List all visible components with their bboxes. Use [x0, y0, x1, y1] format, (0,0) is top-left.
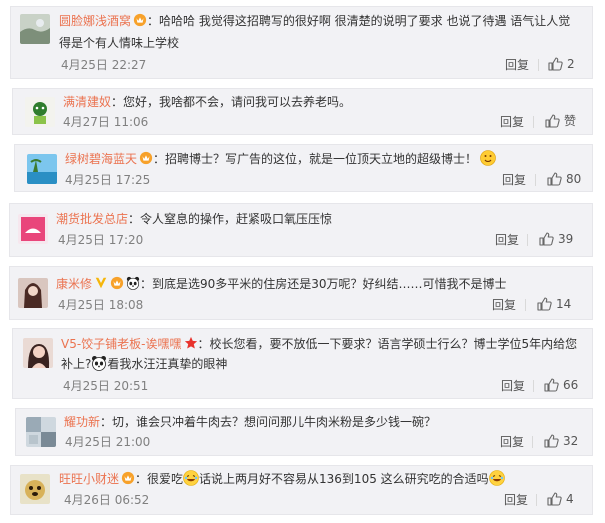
- avatar[interactable]: [27, 154, 57, 184]
- username-link[interactable]: 康米修: [56, 277, 92, 291]
- like-count: 2: [567, 57, 575, 71]
- username-link[interactable]: 圆脸娜浅酒窝: [59, 14, 131, 28]
- divider: [536, 494, 537, 506]
- like-count: 66: [563, 378, 579, 392]
- panda-emoji-icon: [126, 276, 140, 290]
- comment-item: 旺旺小财迷 ：很爱吃 话说上两月好不容易从136到105 这么研究吃的合适吗 4月2…: [10, 465, 593, 515]
- reply-button[interactable]: 回复: [505, 57, 529, 73]
- username-link[interactable]: 耀功新: [64, 415, 100, 429]
- reply-button[interactable]: 回复: [500, 434, 524, 450]
- comment-list: 圆脸娜浅酒窝 ：哈哈哈 我觉得这招聘写的很好啊 很清楚的说明了要求 也说了待遇 语…: [0, 0, 605, 523]
- comment-item: V5-饺子铺老板-诶嘿嘿 ：校长您看，要不放低一下要求？语言学硕士行么？博士学位5…: [12, 328, 593, 399]
- comment-text: ：哈哈哈 我觉得这招聘写的很好啊 很清楚的说明了要求 也说了待遇 语气让人觉: [147, 14, 571, 28]
- like-button[interactable]: 4: [546, 491, 574, 507]
- comment-item: 满清建奴：您好，我啥都不会，请问我可以去养老吗。 4月27日 11:06 回复 …: [12, 88, 593, 135]
- like-count: 80: [566, 172, 582, 186]
- avatar[interactable]: [26, 417, 56, 447]
- thumbs-up-icon: [543, 433, 559, 449]
- username-link[interactable]: 满清建奴: [63, 95, 111, 109]
- username-link[interactable]: 潮货批发总店: [56, 212, 128, 226]
- username-link[interactable]: 旺旺小财迷: [59, 472, 119, 486]
- comment-text-continued: 话说上两月好不容易从136到105 这么研究吃的合适吗: [199, 472, 489, 486]
- like-count: 14: [556, 297, 572, 311]
- comment-text: ：很爱吃: [135, 472, 184, 486]
- comment-timestamp: 4月27日 11:06: [63, 115, 149, 129]
- reply-button[interactable]: 回复: [492, 297, 516, 313]
- vip-crown-icon: [139, 151, 153, 165]
- reply-button[interactable]: 回复: [500, 114, 524, 130]
- like-button[interactable]: 赞: [544, 113, 576, 129]
- divider: [538, 59, 539, 71]
- divider: [525, 299, 526, 311]
- thumbs-up-icon: [543, 377, 559, 393]
- thumbs-up-icon: [547, 56, 563, 72]
- like-button[interactable]: 39: [538, 231, 573, 247]
- like-count: 4: [566, 492, 574, 506]
- like-count: 32: [563, 434, 579, 448]
- comment-text-continued: 得是个有人情味上学校: [59, 36, 180, 50]
- comment-timestamp: 4月25日 17:25: [65, 173, 151, 187]
- thumbs-up-icon: [546, 491, 562, 507]
- comment-timestamp: 4月25日 20:51: [63, 379, 149, 393]
- divider: [533, 116, 534, 128]
- reply-button[interactable]: 回复: [504, 492, 528, 508]
- like-button[interactable]: 2: [547, 56, 575, 72]
- comment-timestamp: 4月25日 22:27: [61, 58, 147, 72]
- laughing-emoji-icon: [183, 470, 199, 486]
- like-button[interactable]: 14: [536, 296, 571, 312]
- like-count: 赞: [564, 114, 577, 128]
- divider: [533, 380, 534, 392]
- comment-item: 圆脸娜浅酒窝 ：哈哈哈 我觉得这招聘写的很好啊 很清楚的说明了要求 也说了待遇 语…: [10, 6, 593, 79]
- comment-text: ：您好，我啥都不会，请问我可以去养老吗。: [111, 95, 352, 109]
- comment-timestamp: 4月26日 06:52: [64, 493, 150, 507]
- comment-text: ：切，谁会只冲着牛肉去？想问问那儿牛肉米粉是多少钱一碗？: [100, 415, 437, 429]
- comment-text: ：到底是选90多平米的住房还是30万呢？好纠结……可惜我不是博士: [140, 277, 507, 291]
- comment-timestamp: 4月25日 21:00: [65, 435, 151, 449]
- username-link[interactable]: 绿树碧海蓝天: [65, 152, 137, 166]
- comment-text-continued: 补上?: [61, 357, 92, 371]
- thumbs-up-icon: [544, 113, 560, 129]
- thumbs-up-icon: [536, 296, 552, 312]
- comment-text: ：招聘博士？写广告的这位，就是一位顶天立地的超级博士！: [153, 152, 478, 166]
- avatar[interactable]: [18, 278, 48, 308]
- divider: [535, 174, 536, 186]
- vip-crown-icon: [133, 13, 147, 27]
- comment-text-continued: 看我水汪汪真挚的眼神: [107, 357, 228, 371]
- divider: [527, 234, 528, 246]
- v-badge-icon: [94, 276, 108, 290]
- thumbs-up-icon: [538, 231, 554, 247]
- avatar[interactable]: [23, 338, 53, 368]
- panda-emoji-icon: [91, 355, 107, 371]
- divider: [532, 436, 533, 448]
- star-badge-icon: [184, 336, 198, 350]
- thumbs-up-icon: [546, 171, 562, 187]
- emoji-face-icon: [480, 150, 496, 166]
- comment-item: 耀功新：切，谁会只冲着牛肉去？想问问那儿牛肉米粉是多少钱一碗？ 4月25日 21…: [15, 408, 593, 456]
- vip-crown-icon: [121, 471, 135, 485]
- like-button[interactable]: 32: [543, 433, 578, 449]
- reply-button[interactable]: 回复: [501, 378, 525, 394]
- avatar[interactable]: [18, 214, 48, 244]
- like-button[interactable]: 66: [543, 377, 578, 393]
- comment-timestamp: 4月25日 17:20: [58, 233, 144, 247]
- avatar[interactable]: [25, 97, 55, 127]
- username-link[interactable]: V5-饺子铺老板-诶嘿嘿: [61, 337, 182, 351]
- comment-text: ：校长您看，要不放低一下要求？语言学硕士行么？博士学位5年内给您: [197, 337, 578, 351]
- vip-crown-icon: [110, 276, 124, 290]
- comment-text: ：令人窒息的操作，赶紧吸口氧压压惊: [128, 212, 333, 226]
- like-count: 39: [558, 232, 574, 246]
- avatar[interactable]: [20, 14, 50, 44]
- comment-item: 绿树碧海蓝天 ：招聘博士？写广告的这位，就是一位顶天立地的超级博士！ 4月25日 …: [14, 144, 593, 192]
- comment-item: 潮货批发总店：令人窒息的操作，赶紧吸口氧压压惊 4月25日 17:20 回复 3…: [9, 203, 593, 257]
- reply-button[interactable]: 回复: [495, 232, 519, 248]
- comment-timestamp: 4月25日 18:08: [58, 298, 144, 312]
- avatar[interactable]: [20, 474, 50, 504]
- comment-item: 康米修 ：到底是选90多平米的住房还是30万呢？好纠结……可惜我不是博士 4月25…: [9, 266, 593, 320]
- like-button[interactable]: 80: [546, 171, 581, 187]
- laughing-emoji-icon: [489, 470, 505, 486]
- reply-button[interactable]: 回复: [502, 172, 526, 188]
